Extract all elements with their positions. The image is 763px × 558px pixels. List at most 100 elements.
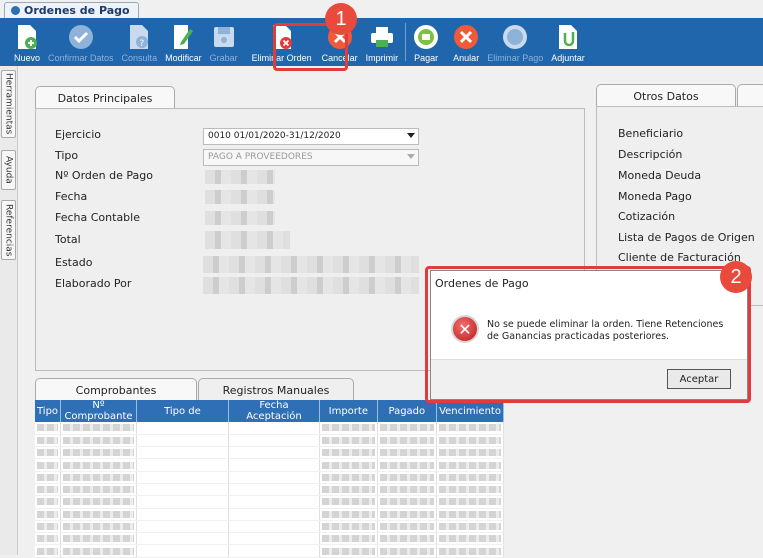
table-cell xyxy=(60,446,137,460)
estado-value-redacted xyxy=(203,256,419,273)
callout-highlight-dialog xyxy=(425,266,751,403)
side-tab-herramientas[interactable]: Herramientas xyxy=(1,70,16,138)
redacted-value xyxy=(439,449,501,457)
moneda-pago-label: Moneda Pago xyxy=(618,190,692,203)
estado-label: Estado xyxy=(55,256,93,269)
table-cell xyxy=(319,434,378,448)
table-cell xyxy=(319,483,378,497)
table-row[interactable] xyxy=(35,483,504,497)
window-tab-label: Ordenes de Pago xyxy=(24,4,130,17)
table-cell xyxy=(60,520,137,534)
table-cell xyxy=(35,458,62,472)
cotizacion-label: Cotización xyxy=(618,210,676,223)
tab-otros-datos[interactable]: Otros Datos xyxy=(596,84,736,107)
app-icon xyxy=(11,6,20,15)
new-doc-icon xyxy=(14,24,40,50)
redacted-value xyxy=(37,535,59,543)
table-row[interactable] xyxy=(35,422,504,435)
coins-delete-icon xyxy=(502,24,528,50)
table-cell xyxy=(35,520,62,534)
redacted-value xyxy=(379,523,435,531)
col-tipo-de[interactable]: Tipo de xyxy=(136,400,229,422)
table-cell xyxy=(228,495,321,509)
redacted-value xyxy=(439,510,501,518)
col-nro-comprobante[interactable]: Nº Comprobante xyxy=(60,400,137,422)
adjuntar-button[interactable]: Adjuntar xyxy=(547,18,589,66)
redacted-value xyxy=(322,523,375,531)
table-cell xyxy=(136,508,229,521)
table-cell xyxy=(377,520,438,534)
side-tab-referencias[interactable]: Referencias xyxy=(1,200,16,260)
nuevo-button[interactable]: Nuevo xyxy=(10,18,44,66)
orden-value-redacted xyxy=(205,170,275,184)
table-cell xyxy=(228,422,321,435)
table-row[interactable] xyxy=(35,446,504,460)
table-cell xyxy=(436,483,504,497)
eliminar-pago-button[interactable]: Eliminar Pago xyxy=(483,18,547,66)
grabar-button[interactable]: Grabar xyxy=(206,18,242,66)
redacted-value xyxy=(439,486,501,494)
ejercicio-label: Ejercicio xyxy=(55,128,101,141)
consulta-button[interactable]: ? Consulta xyxy=(118,18,162,66)
table-row[interactable] xyxy=(35,434,504,448)
redacted-value xyxy=(439,473,501,481)
table-cell xyxy=(136,544,229,558)
table-cell xyxy=(377,471,438,484)
table-row[interactable] xyxy=(35,458,504,472)
redacted-value xyxy=(379,424,435,432)
redacted-value xyxy=(37,510,59,518)
descripcion-label: Descripción xyxy=(618,148,683,161)
col-tipo[interactable]: Tipo xyxy=(35,400,62,422)
redacted-value xyxy=(37,498,59,506)
col-vencimiento[interactable]: Vencimiento xyxy=(436,400,504,422)
table-row[interactable] xyxy=(35,520,504,534)
table-header-row: Tipo Nº Comprobante Tipo de Fecha Acepta… xyxy=(35,400,504,422)
window-tab[interactable]: Ordenes de Pago xyxy=(4,2,139,18)
tipo-select[interactable]: PAGO A PROVEEDORES xyxy=(203,149,419,166)
table-row[interactable] xyxy=(35,532,504,546)
redacted-value xyxy=(322,498,375,506)
redacted-value xyxy=(439,424,501,432)
table-cell xyxy=(136,483,229,497)
x-circle-icon xyxy=(453,24,479,50)
tab-comprobantes[interactable]: Comprobantes xyxy=(35,378,197,401)
pagar-button[interactable]: Pagar xyxy=(409,18,443,66)
anular-button[interactable]: Anular xyxy=(449,18,483,66)
side-tab-ayuda[interactable]: Ayuda xyxy=(1,150,16,190)
total-value-redacted xyxy=(205,231,290,249)
table-cell xyxy=(136,532,229,546)
table-row[interactable] xyxy=(35,508,504,521)
tab-registros-manuales[interactable]: Registros Manuales xyxy=(198,378,354,401)
col-importe[interactable]: Importe xyxy=(319,400,378,422)
redacted-value xyxy=(379,486,435,494)
table-cell xyxy=(436,544,504,558)
table-cell xyxy=(377,483,438,497)
modificar-button[interactable]: Modificar xyxy=(161,18,206,66)
ejercicio-select[interactable]: 0010 01/01/2020-31/12/2020 xyxy=(203,128,419,145)
col-fecha-aceptacion[interactable]: Fecha Aceptación xyxy=(228,400,321,422)
table-cell xyxy=(60,458,137,472)
col-pagado[interactable]: Pagado xyxy=(377,400,438,422)
table-row[interactable] xyxy=(35,495,504,509)
confirmar-datos-button[interactable]: Confirmar Datos xyxy=(44,18,118,66)
table-cell xyxy=(35,471,62,484)
redacted-value xyxy=(322,535,375,543)
redacted-value xyxy=(322,436,375,444)
table-row[interactable] xyxy=(35,471,504,484)
redacted-value xyxy=(63,523,134,531)
redacted-value xyxy=(379,436,435,444)
callout-badge-1: 1 xyxy=(325,3,357,35)
redacted-value xyxy=(322,486,375,494)
imprimir-button[interactable]: Imprimir xyxy=(362,18,403,66)
table-cell xyxy=(136,495,229,509)
tipo-label: Tipo xyxy=(55,149,79,162)
check-icon xyxy=(68,24,94,50)
table-cell xyxy=(228,532,321,546)
coins-icon xyxy=(413,24,439,50)
redacted-value xyxy=(379,461,435,469)
tab-datos-principales[interactable]: Datos Principales xyxy=(35,86,175,109)
tab-extra[interactable] xyxy=(737,84,763,107)
table-row[interactable] xyxy=(35,544,504,558)
table-cell xyxy=(228,471,321,484)
elaborado-value-redacted xyxy=(203,277,419,294)
